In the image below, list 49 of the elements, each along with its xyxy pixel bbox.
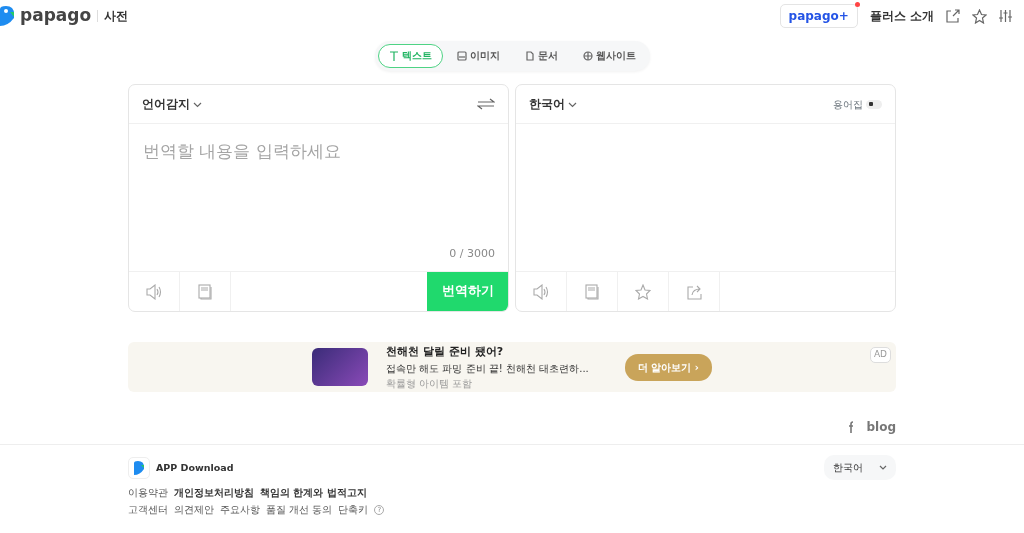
target-language-dropdown[interactable]: 한국어 (529, 95, 577, 113)
swap-icon[interactable] (477, 98, 495, 111)
mode-tab[interactable]: 문서 (513, 44, 569, 69)
document-icon (524, 51, 535, 62)
plus-intro-link[interactable]: 플러스 소개 (869, 7, 934, 25)
blog-link[interactable]: blog (866, 418, 896, 437)
globe-icon (582, 51, 593, 62)
app-logo-icon[interactable] (128, 456, 150, 479)
footer-link[interactable]: 주요사항 (220, 502, 260, 518)
speaker-icon (145, 283, 163, 300)
footer-link[interactable]: 품질 개선 동의 (266, 502, 333, 518)
game-art-placeholder (312, 348, 369, 387)
caret-icon (193, 100, 202, 108)
dictionary-icon (585, 283, 599, 300)
speaker-icon (532, 283, 550, 300)
glossary-label: 용어집 (833, 97, 863, 112)
caret-icon (879, 464, 887, 471)
character-counter: 0 / 3000 (449, 245, 495, 262)
footer-link[interactable]: 개인정보처리방침 (174, 485, 254, 501)
parrot-logo-icon (0, 6, 14, 26)
star-icon[interactable] (972, 8, 987, 24)
image-icon (456, 51, 467, 62)
facebook-icon[interactable] (848, 421, 855, 434)
mode-tab[interactable]: 이미지 (445, 44, 511, 69)
ad-description: 접속만 해도 파밍 준비 끝! 천해천 태초련하... (386, 361, 589, 376)
footer-link[interactable]: 책임의 한계와 법적고지 (260, 485, 367, 501)
text-icon (388, 51, 399, 62)
ad-label: AD (869, 347, 891, 363)
star-icon (635, 283, 651, 300)
mode-tab[interactable]: 웹사이트 (571, 44, 647, 69)
logo-text[interactable]: papago (20, 3, 92, 29)
section-title: 사전 (104, 8, 129, 25)
share-icon (686, 283, 702, 300)
plus-button[interactable]: papago+ (779, 4, 858, 28)
app-download-label[interactable]: APP Download (156, 460, 234, 475)
source-language-dropdown[interactable]: 언어감지 (142, 95, 202, 113)
ad-note: 확률형 아이템 포함 (386, 376, 474, 391)
footer-link[interactable]: 고객센터 (128, 502, 168, 518)
footer-link[interactable]: 의견제안 (174, 502, 214, 518)
settings-icon[interactable] (999, 9, 1012, 23)
glossary-toggle[interactable] (866, 99, 882, 109)
text-input-field[interactable]: 번역할 내용을 입력하세요 (141, 138, 496, 166)
footer-link[interactable]: 이용약관 (128, 485, 168, 501)
language-select[interactable]: 한국어 (824, 455, 896, 481)
dictionary-icon (198, 283, 212, 300)
caret-icon (568, 100, 577, 108)
share-icon[interactable] (946, 9, 960, 23)
footer-link[interactable]: 단축키 (338, 502, 369, 518)
ad-title: 천해천 달릴 준비 됐어? (386, 344, 504, 360)
